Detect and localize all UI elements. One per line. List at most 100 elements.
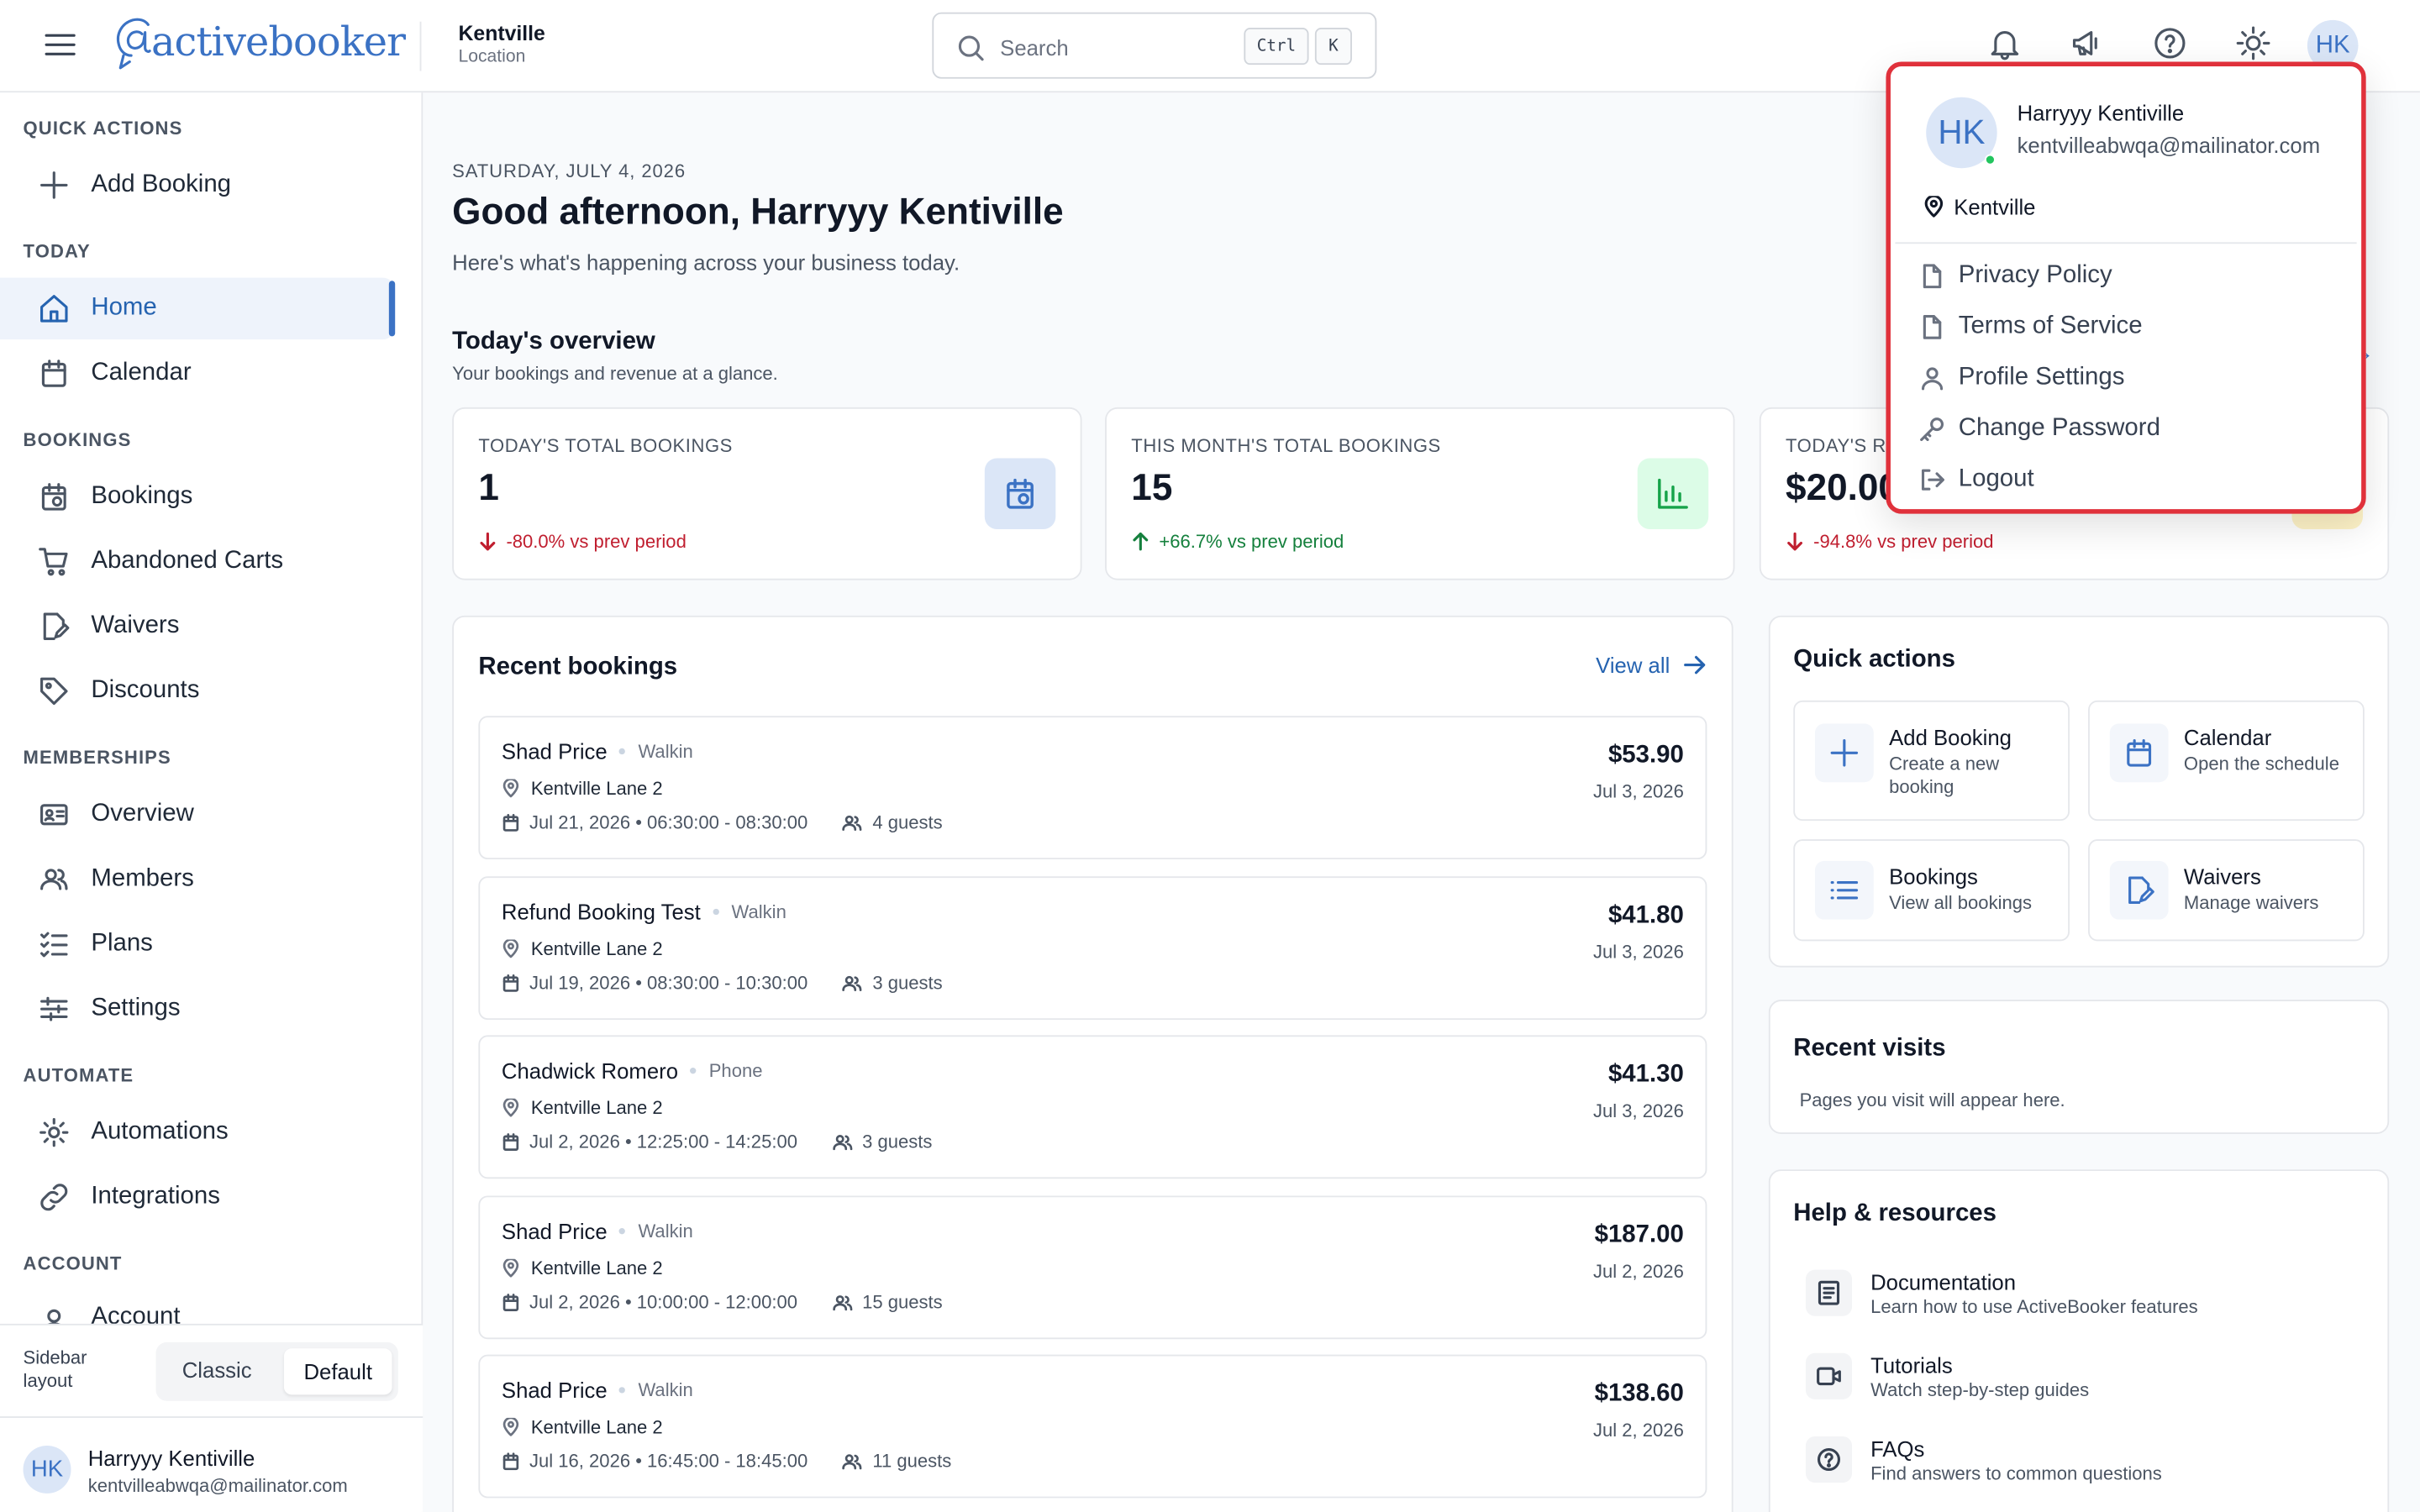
sidebar-item-add-booking[interactable]: Add Booking [0, 155, 395, 216]
calendar-icon [2109, 723, 2169, 783]
stat-label: TODAY'S TOTAL BOOKINGS [478, 434, 733, 457]
layout-option-classic[interactable]: Classic [182, 1357, 252, 1382]
booking-schedule: Jul 16, 2026 • 16:45:00 - 18:45:00 11 gue… [502, 1450, 951, 1472]
sidebar-item-label: Calendar [91, 359, 192, 386]
activebooker-logo[interactable]: activebooker [111, 15, 406, 71]
view-all-label: View all [1596, 652, 1670, 678]
plus-icon [39, 170, 70, 201]
link-icon [39, 1182, 70, 1213]
sidebar-item-automations[interactable]: Automations [0, 1101, 395, 1163]
sidebar-item-bookings[interactable]: Bookings [0, 466, 395, 528]
booking-guests: 3 guests [831, 1131, 932, 1152]
sidebar-item-label: Bookings [91, 482, 193, 510]
quick-action-bookings[interactable]: Bookings View all bookings [1793, 839, 2070, 942]
quick-action-calendar[interactable]: Calendar Open the schedule [2088, 700, 2365, 822]
quick-action-title: Calendar [2183, 725, 2272, 750]
shortcut-k-key: K [1314, 28, 1352, 66]
current-date: SATURDAY, JULY 4, 2026 [452, 160, 687, 182]
booking-time: Jul 19, 2026 • 08:30:00 - 10:30:00 [529, 971, 808, 993]
sidebar-item-waivers[interactable]: Waivers [0, 596, 395, 657]
sun-icon[interactable] [2236, 26, 2270, 60]
stat-change: -80.0% vs prev period [478, 530, 687, 553]
booking-schedule: Jul 19, 2026 • 08:30:00 - 10:30:00 3 gues… [502, 971, 943, 993]
sidebar-item-home[interactable]: Home [0, 277, 396, 340]
quick-action-waivers[interactable]: Waivers Manage waivers [2088, 839, 2365, 942]
booking-customer: Refund Booking Test Walkin [502, 899, 786, 923]
booking-row[interactable]: Chadwick Romero Phone Kentville Lane 2 Jul … [478, 1035, 1707, 1179]
stat-change-text: +66.7% vs prev period [1159, 530, 1344, 553]
menu-item-logout[interactable]: Logout [1920, 466, 2034, 494]
sidebar-item-integrations[interactable]: Integrations [0, 1167, 395, 1228]
menu-item-label: Profile Settings [1958, 364, 2125, 391]
menu-item-terms-of-service[interactable]: Terms of Service [1920, 313, 2143, 341]
booking-row[interactable]: Shad Price Walkin Kentville Lane 2 Jul 16, … [478, 1354, 1707, 1499]
menu-icon[interactable] [43, 28, 76, 61]
menu-item-change-password[interactable]: Change Password [1920, 415, 2160, 443]
app-root: activebooker Kentville Location Search C… [0, 0, 2420, 1512]
booking-row[interactable]: Refund Booking Test Walkin Kentville Lane … [478, 875, 1707, 1020]
booking-source: Walkin [638, 1379, 693, 1401]
sidebar-layout-toggle: Sidebar layout Classic Default [0, 1323, 424, 1417]
help-icon[interactable] [2153, 26, 2186, 60]
booking-source: Phone [708, 1059, 763, 1082]
booking-schedule: Jul 2, 2026 • 12:25:00 - 14:25:00 3 guest… [502, 1131, 932, 1152]
key-icon [1920, 417, 1944, 442]
user-menu-name: Harryyy Kentiville [2017, 100, 2185, 125]
booking-time: Jul 2, 2026 • 10:00:00 - 12:00:00 [529, 1290, 797, 1313]
layout-option-default[interactable]: Default [283, 1348, 392, 1395]
overview-title: Today's overview [452, 328, 655, 355]
page-title: Good afternoon, Harryyy Kentiville [452, 191, 1064, 234]
sidebar-item-account[interactable]: Account [0, 1289, 395, 1324]
sidebar-item-settings[interactable]: Settings [0, 978, 395, 1039]
map-pin-icon [502, 938, 520, 958]
section-memberships: MEMBERSHIPS [23, 746, 171, 769]
stat-change: -94.8% vs prev period [1786, 531, 1994, 553]
sidebar-item-members[interactable]: Members [0, 848, 395, 910]
user-icon [39, 1305, 70, 1324]
quick-action-add-booking[interactable]: Add Booking Create a new booking [1793, 700, 2070, 822]
sidebar-item-calendar[interactable]: Calendar [0, 343, 395, 404]
sliders-icon [39, 994, 70, 1025]
recent-visits-title: Recent visits [1793, 1035, 1946, 1062]
booking-created-date: Jul 3, 2026 [1592, 940, 1684, 963]
menu-item-privacy-policy[interactable]: Privacy Policy [1920, 262, 2112, 290]
sidebar-item-plans[interactable]: Plans [0, 913, 395, 974]
calendar-clock-icon [984, 458, 1056, 529]
sidebar-item-overview[interactable]: Overview [0, 784, 395, 845]
recent-visits-empty: Pages you visit will appear here. [1799, 1089, 2065, 1111]
arrow-down-icon [480, 532, 496, 551]
booking-row[interactable]: Shad Price Walkin Kentville Lane 2 Jul 21, … [478, 716, 1707, 860]
calendar-clock-icon [39, 481, 70, 512]
menu-item-profile-settings[interactable]: Profile Settings [1920, 364, 2125, 391]
map-pin-icon [502, 1417, 520, 1436]
quick-action-desc: Manage waivers [2183, 891, 2319, 914]
stat-change-text: -80.0% vs prev period [506, 530, 687, 553]
booking-lane: Kentville Lane 2 [502, 1257, 663, 1278]
booking-amount: $187.00 [1594, 1221, 1684, 1247]
sidebar-item-discounts[interactable]: Discounts [0, 660, 395, 722]
guest-count: 3 guests [862, 1131, 933, 1153]
megaphone-icon[interactable] [2070, 26, 2103, 60]
view-all-link[interactable]: View all [1596, 653, 1707, 677]
recent-visits-panel: Recent visits Pages you visit will appea… [1768, 1000, 2390, 1134]
booking-lane: Kentville Lane 2 [502, 778, 663, 799]
calendar-icon [502, 813, 520, 832]
customer-name: Shad Price [501, 1218, 608, 1243]
list-icon [1814, 860, 1874, 920]
sidebar-item-abandoned-carts[interactable]: Abandoned Carts [0, 531, 395, 592]
section-account: ACCOUNT [23, 1252, 123, 1275]
sidebar-item-label: Integrations [91, 1183, 220, 1210]
recent-bookings-panel: Recent bookings View all Shad Price Walki… [452, 615, 1733, 1512]
search-bar[interactable]: Search Ctrl K [932, 12, 1377, 79]
plus-icon [1814, 723, 1874, 783]
booking-created-date: Jul 2, 2026 [1592, 1259, 1684, 1282]
booking-row[interactable]: Shad Price Walkin Kentville Lane 2 Jul 2, 2… [478, 1194, 1707, 1339]
search-placeholder: Search [1000, 35, 1069, 60]
document-edit-icon [39, 611, 70, 642]
bell-icon[interactable] [1988, 26, 2022, 60]
file-icon [1923, 314, 1942, 339]
sidebar-user[interactable]: HK Harryyy Kentiville kentvilleabwqa@mai… [0, 1416, 424, 1512]
users-icon [39, 864, 70, 895]
help-resources-panel: Help & resources Documentation Learn how… [1768, 1169, 2390, 1512]
location-switcher[interactable]: Kentville Location [458, 22, 544, 66]
